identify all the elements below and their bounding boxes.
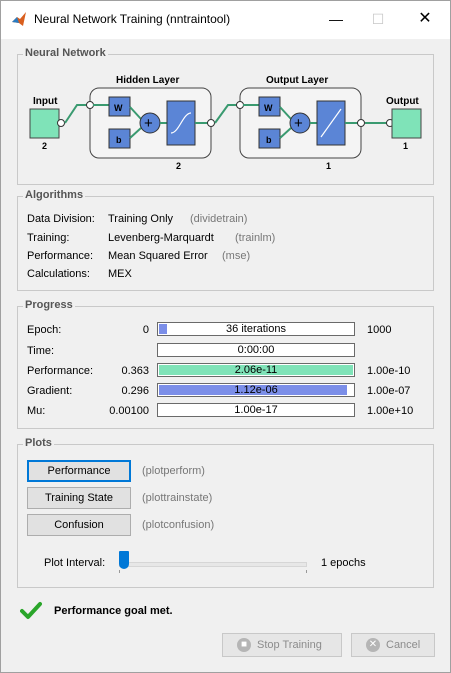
algorithm-value: MEX [108, 268, 132, 280]
plot-function: (plotperform) [142, 465, 205, 477]
progress-start: 0.296 [121, 385, 149, 397]
progress-label: Mu: [27, 405, 46, 417]
svg-text:b: b [266, 135, 272, 145]
algorithm-function: (dividetrain) [190, 213, 248, 225]
progress-start: 0 [142, 324, 149, 336]
hidden-layer-label: Hidden Layer [116, 75, 179, 86]
progress-end: 1.00e+10 [367, 405, 414, 417]
svg-text:b: b [116, 135, 122, 145]
output-layer-size: 1 [326, 161, 331, 171]
progress-end: 1000 [367, 324, 392, 336]
group-title: Plots [23, 437, 54, 449]
network-diagram: Input 2 Hidden Layer W b + 2 Output Laye… [29, 75, 422, 171]
algorithm-label: Training: [27, 232, 70, 244]
checkmark-icon [20, 602, 42, 619]
progress-label: Performance: [27, 365, 94, 377]
progress-label: Epoch: [27, 324, 62, 336]
algorithm-value: Levenberg-Marquardt [108, 232, 214, 244]
progress-label: Time: [27, 345, 55, 357]
slider-tick [119, 570, 307, 573]
progress-end: 1.00e-07 [367, 385, 411, 397]
progress-end: 1.00e-10 [367, 365, 411, 377]
algorithm-label: Data Division: [27, 213, 95, 225]
gradient-bar: 1.12e-06 [157, 383, 355, 397]
button-label: Cancel [386, 639, 421, 651]
bar-text: 36 iterations [226, 323, 286, 335]
cancel-button[interactable]: ✕ Cancel [351, 633, 435, 657]
algorithm-function: (trainlm) [235, 232, 276, 244]
output-label: Output [386, 96, 419, 107]
hidden-size: 2 [176, 161, 181, 171]
plot-interval-slider[interactable] [119, 551, 307, 573]
mu-bar: 1.00e-17 [157, 403, 355, 417]
confusion-plot-button[interactable]: Confusion [27, 514, 131, 536]
progress-start: 0.363 [121, 365, 149, 377]
group-title: Algorithms [23, 189, 86, 201]
output-layer-label: Output Layer [266, 75, 328, 86]
slider-thumb[interactable] [119, 551, 129, 569]
algorithm-function: (mse) [222, 250, 251, 262]
stop-icon: ■ [237, 638, 251, 652]
performance-plot-button[interactable]: Performance [27, 460, 131, 482]
group-title: Progress [23, 299, 75, 311]
epoch-bar: 36 iterations [157, 322, 355, 336]
algorithm-value: Mean Squared Error [108, 250, 208, 262]
output-size: 1 [403, 141, 408, 151]
window: Neural Network Training (nntraintool) — … [0, 0, 451, 673]
algorithm-label: Calculations: [27, 268, 90, 280]
button-label: Stop Training [257, 639, 322, 651]
plot-function: (plotconfusion) [142, 519, 215, 531]
svg-text:+: + [294, 115, 303, 132]
bar-text: 0:00:00 [237, 344, 275, 356]
status-text: Performance goal met. [54, 605, 173, 617]
algorithm-value: Training Only [108, 213, 174, 225]
training-state-plot-button[interactable]: Training State [27, 487, 131, 509]
stop-training-button[interactable]: ■ Stop Training [222, 633, 342, 657]
cancel-icon: ✕ [366, 638, 380, 652]
bar-text: 2.06e-11 [234, 364, 278, 376]
progress-label: Gradient: [27, 385, 73, 397]
output-block [391, 108, 422, 139]
input-port-icon [57, 119, 65, 127]
plot-interval-value: 1 epochs [321, 557, 366, 569]
algorithm-label: Performance: [27, 250, 94, 262]
bar-text: 1.12e-06 [234, 384, 278, 396]
plot-interval-label: Plot Interval: [44, 557, 106, 569]
bar-text: 1.00e-17 [234, 404, 278, 416]
performance-bar: 2.06e-11 [157, 363, 355, 377]
plot-function: (plottrainstate) [142, 492, 213, 504]
input-block [29, 108, 60, 139]
svg-text:+: + [144, 115, 153, 132]
input-size: 2 [42, 141, 47, 151]
input-label: Input [33, 96, 58, 107]
slider-track [119, 562, 307, 567]
time-bar: 0:00:00 [157, 343, 355, 357]
svg-text:W: W [114, 103, 123, 113]
progress-start: 0.00100 [109, 405, 149, 417]
svg-text:W: W [264, 103, 273, 113]
